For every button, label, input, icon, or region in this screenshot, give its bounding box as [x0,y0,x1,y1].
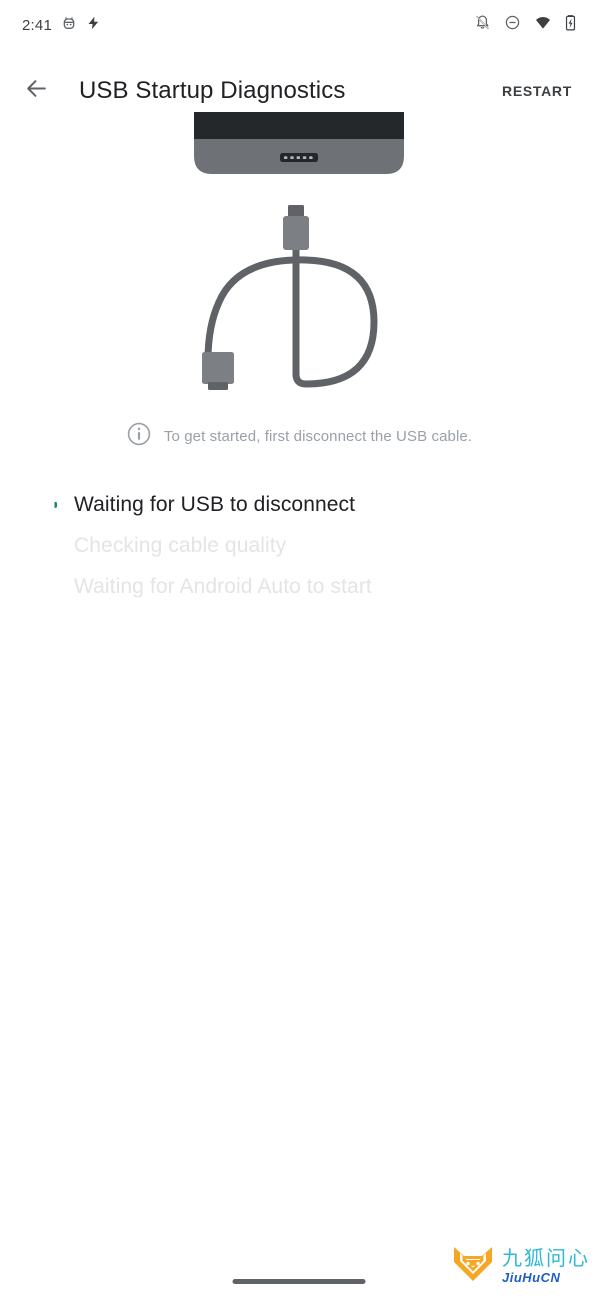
step-label: Waiting for USB to disconnect [74,492,356,516]
gesture-nav-pill[interactable] [232,1279,366,1284]
status-bar: 2:41 [0,0,598,50]
info-circle-icon [126,421,152,452]
usb-plug-connector-bottom [202,352,234,390]
usb-cable-disconnect-illustration [0,112,598,412]
step-item-checking-cable-quality: Checking cable quality [0,525,598,566]
status-clock: 2:41 [22,16,52,34]
phone-screen: 2:41 USB Startup Diagnostics RESTART To … [0,0,598,1296]
diagnostics-step-list: Waiting for USB to disconnect Checking c… [0,484,598,607]
step-item-waiting-for-android-auto-to-start: Waiting for Android Auto to start [0,566,598,607]
loading-spinner-icon [36,494,58,516]
watermark-cn-text: 九狐问心 [502,1248,590,1270]
step-label: Waiting for Android Auto to start [74,574,372,598]
hint-text: To get started, first disconnect the USB… [163,428,473,445]
usb-charging-bolt-icon [86,15,101,36]
status-bar-left: 2:41 [22,15,101,36]
usb-plug-connector-top [283,205,309,250]
notifications-silenced-icon [474,14,491,36]
do-not-disturb-icon [504,14,521,36]
back-arrow-icon [24,76,49,106]
watermark: 九狐问心 JiuHuCN [451,1244,590,1289]
watermark-en-text: JiuHuCN [502,1270,561,1285]
android-debug-icon [61,15,77,36]
wifi-icon [534,15,552,36]
battery-charging-icon [565,14,576,36]
status-bar-right [474,14,576,36]
restart-button[interactable]: RESTART [490,73,584,109]
back-button[interactable] [12,67,60,115]
watermark-text: 九狐问心 JiuHuCN [502,1249,590,1284]
hint-row: To get started, first disconnect the USB… [0,421,598,452]
fox-head-logo-icon [451,1244,495,1289]
device-graphic [194,112,404,174]
step-item-waiting-for-usb-to-disconnect: Waiting for USB to disconnect [0,484,598,525]
step-label: Checking cable quality [74,533,287,557]
page-title: USB Startup Diagnostics [79,77,346,104]
